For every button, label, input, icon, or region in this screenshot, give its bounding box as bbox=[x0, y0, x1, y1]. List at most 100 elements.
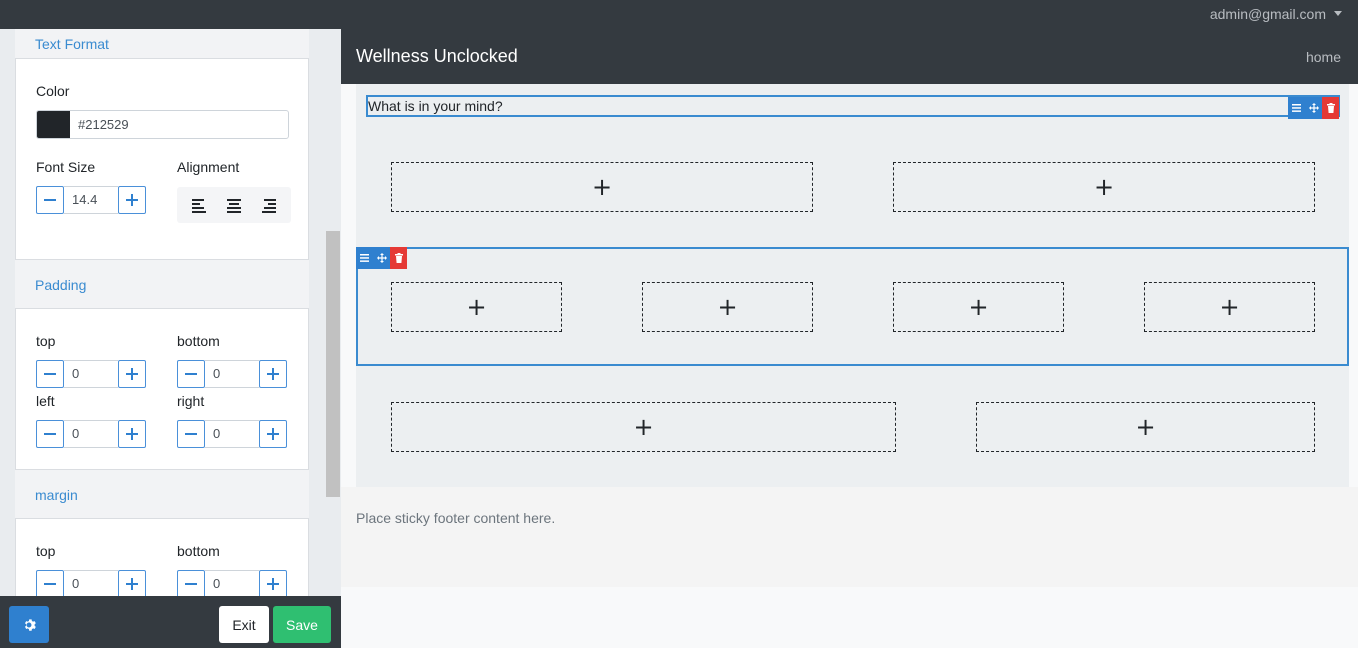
increase-button[interactable] bbox=[259, 360, 287, 388]
user-menu[interactable]: admin@gmail.com bbox=[1210, 6, 1342, 22]
margin-bottom-label: bottom bbox=[177, 543, 220, 559]
move-icon[interactable] bbox=[373, 247, 390, 269]
padding-top-label: top bbox=[36, 333, 56, 349]
plus-icon: + bbox=[1135, 413, 1156, 441]
align-center-icon[interactable] bbox=[224, 197, 244, 213]
decrease-button[interactable] bbox=[36, 186, 64, 214]
plus-icon: + bbox=[717, 293, 738, 321]
trash-icon[interactable] bbox=[390, 247, 407, 269]
minus-icon bbox=[44, 373, 56, 375]
add-block-button[interactable]: + bbox=[391, 282, 562, 332]
alignment-label: Alignment bbox=[177, 159, 240, 175]
increase-button[interactable] bbox=[259, 420, 287, 448]
plus-icon: + bbox=[968, 293, 989, 321]
menu-icon[interactable] bbox=[1288, 97, 1305, 119]
padding-left-label: left bbox=[36, 393, 55, 409]
increase-button[interactable] bbox=[118, 420, 146, 448]
page-canvas: Wellness Unclocked home What is in your … bbox=[341, 29, 1358, 648]
color-swatch[interactable] bbox=[37, 111, 70, 138]
decrease-button[interactable] bbox=[177, 420, 205, 448]
increase-button[interactable] bbox=[118, 570, 146, 596]
minus-icon bbox=[185, 373, 197, 375]
footer-text[interactable]: Place sticky footer content here. bbox=[356, 510, 555, 526]
top-bar: admin@gmail.com bbox=[0, 0, 1358, 29]
text-block-content[interactable]: What is in your mind? bbox=[368, 98, 503, 114]
minus-icon bbox=[185, 583, 197, 585]
add-block-button[interactable]: + bbox=[1144, 282, 1315, 332]
margin-bottom-input[interactable]: 0 bbox=[205, 570, 259, 596]
trash-icon[interactable] bbox=[1322, 97, 1339, 119]
decrease-button[interactable] bbox=[177, 570, 205, 596]
color-value: #212529 bbox=[78, 117, 129, 132]
increase-button[interactable] bbox=[118, 360, 146, 388]
content-area: What is in your mind? + + + + + + + + bbox=[356, 84, 1349, 487]
decrease-button[interactable] bbox=[36, 570, 64, 596]
margin-bottom-stepper: 0 bbox=[177, 570, 287, 596]
font-size-label: Font Size bbox=[36, 159, 96, 175]
add-block-button[interactable]: + bbox=[893, 282, 1064, 332]
save-button[interactable]: Save bbox=[273, 606, 331, 643]
padding-top-stepper: 0 bbox=[36, 360, 146, 388]
add-block-button[interactable]: + bbox=[642, 282, 813, 332]
margin-top-stepper: 0 bbox=[36, 570, 146, 596]
decrease-button[interactable] bbox=[36, 420, 64, 448]
settings-panel: Text Format Color #212529 Font Size Alig… bbox=[0, 29, 341, 596]
row-tools bbox=[356, 247, 407, 269]
settings-button[interactable] bbox=[9, 606, 49, 643]
brand-title[interactable]: Wellness Unclocked bbox=[356, 46, 518, 67]
margin-top-input[interactable]: 0 bbox=[64, 570, 118, 596]
move-icon[interactable] bbox=[1305, 97, 1322, 119]
add-block-button[interactable]: + bbox=[893, 162, 1315, 212]
caret-down-icon bbox=[1334, 10, 1342, 16]
plus-icon: + bbox=[1093, 173, 1115, 201]
section-header-text-format[interactable]: Text Format bbox=[15, 29, 309, 59]
plus-icon: + bbox=[1219, 293, 1240, 321]
add-block-button[interactable]: + bbox=[391, 402, 896, 452]
padding-left-stepper: 0 bbox=[36, 420, 146, 448]
margin-body: top bottom 0 0 bbox=[15, 519, 309, 596]
padding-body: top bottom 0 0 left right 0 0 bbox=[15, 309, 309, 469]
plus-icon: + bbox=[591, 173, 613, 201]
add-block-button[interactable]: + bbox=[976, 402, 1315, 452]
minus-icon bbox=[44, 433, 56, 435]
text-block-tools bbox=[1288, 97, 1339, 119]
padding-bottom-input[interactable]: 0 bbox=[205, 360, 259, 388]
padding-left-input[interactable]: 0 bbox=[64, 420, 118, 448]
padding-right-input[interactable]: 0 bbox=[205, 420, 259, 448]
increase-button[interactable] bbox=[259, 570, 287, 596]
section-title: Padding bbox=[35, 277, 87, 293]
add-block-button[interactable]: + bbox=[391, 162, 813, 212]
user-email: admin@gmail.com bbox=[1209, 6, 1326, 22]
settings-panel-content: Text Format Color #212529 Font Size Alig… bbox=[15, 29, 309, 596]
preview-navbar: Wellness Unclocked home bbox=[341, 29, 1358, 84]
margin-top-label: top bbox=[36, 543, 56, 559]
color-field[interactable]: #212529 bbox=[36, 110, 289, 139]
padding-top-input[interactable]: 0 bbox=[64, 360, 118, 388]
section-title: margin bbox=[35, 487, 78, 503]
alignment-group bbox=[177, 187, 291, 223]
padding-bottom-label: bottom bbox=[177, 333, 220, 349]
align-left-icon[interactable] bbox=[189, 197, 209, 213]
sticky-footer: Place sticky footer content here. bbox=[341, 487, 1358, 587]
increase-button[interactable] bbox=[118, 186, 146, 214]
minus-icon bbox=[44, 583, 56, 585]
padding-bottom-stepper: 0 bbox=[177, 360, 287, 388]
text-block[interactable]: What is in your mind? bbox=[366, 95, 1340, 117]
menu-icon[interactable] bbox=[356, 247, 373, 269]
decrease-button[interactable] bbox=[36, 360, 64, 388]
scrollbar-thumb[interactable] bbox=[326, 231, 340, 497]
panel-scrollbar[interactable] bbox=[325, 29, 341, 596]
plus-icon: + bbox=[633, 413, 654, 441]
font-size-input[interactable]: 14.4 bbox=[64, 186, 118, 214]
section-header-padding[interactable]: Padding bbox=[15, 259, 309, 309]
section-header-margin[interactable]: margin bbox=[15, 469, 309, 519]
gear-icon bbox=[24, 618, 36, 631]
text-format-body: Color #212529 Font Size Alignment 14.4 bbox=[15, 59, 309, 259]
font-size-stepper: 14.4 bbox=[36, 186, 146, 214]
align-right-icon[interactable] bbox=[259, 197, 279, 213]
section-title: Text Format bbox=[35, 36, 109, 52]
minus-icon bbox=[44, 199, 56, 201]
nav-home-link[interactable]: home bbox=[1306, 49, 1341, 65]
decrease-button[interactable] bbox=[177, 360, 205, 388]
exit-button[interactable]: Exit bbox=[219, 606, 269, 643]
